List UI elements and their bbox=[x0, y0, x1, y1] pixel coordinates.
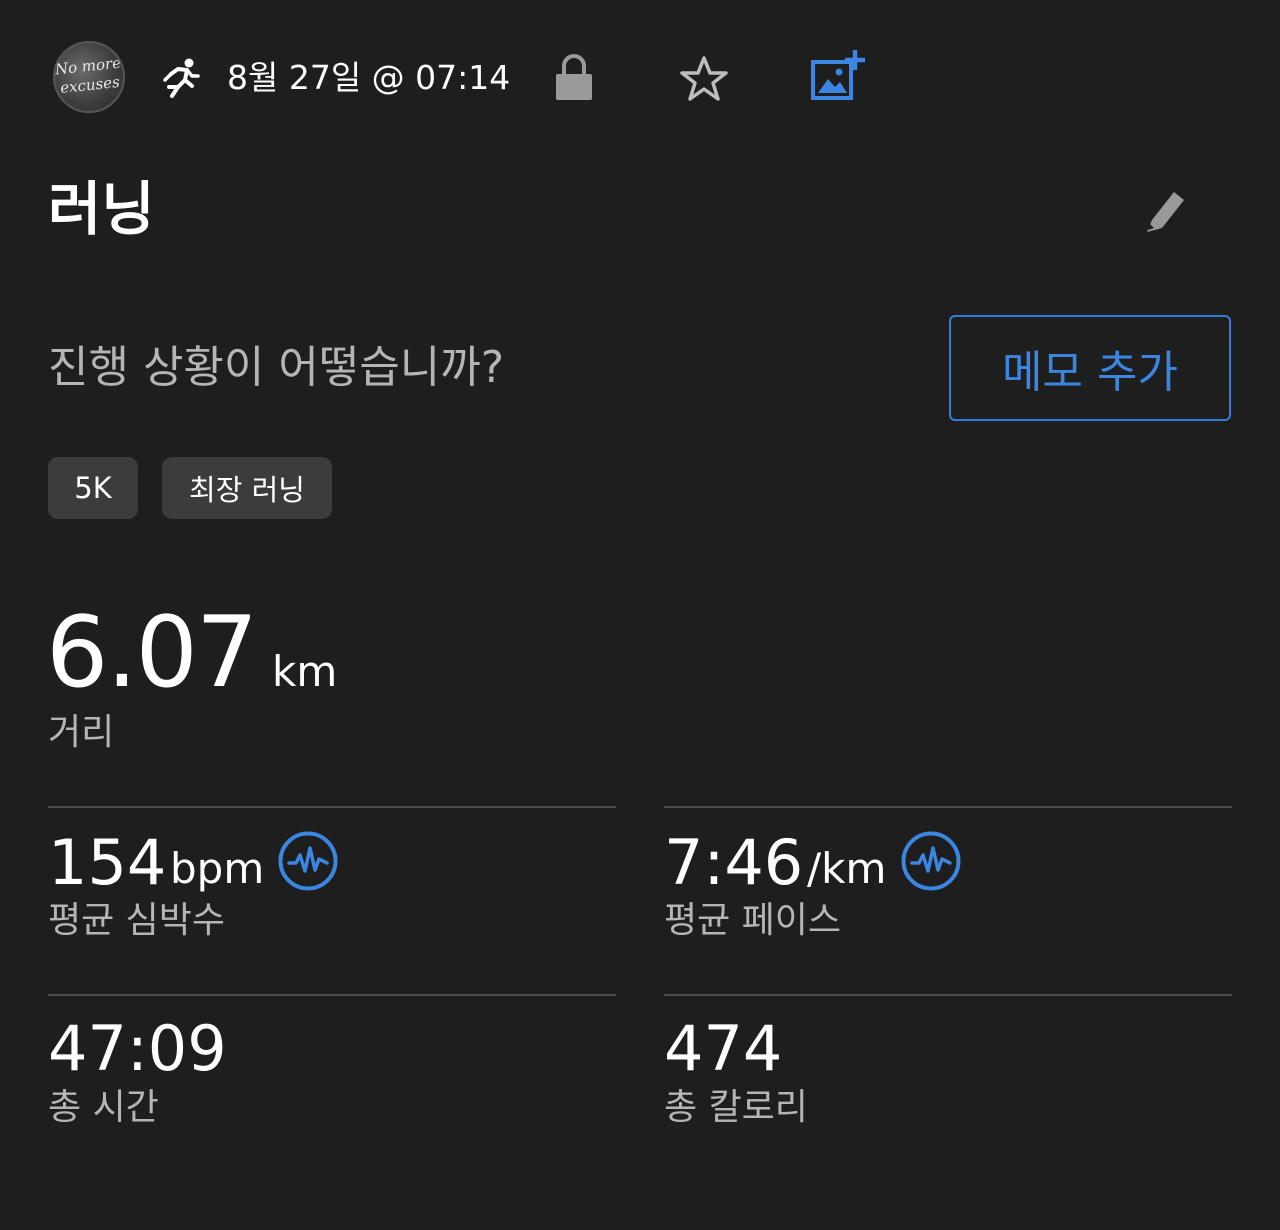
progress-prompt: 진행 상황이 어떻습니까? bbox=[48, 342, 505, 393]
total-time-label: 총 시간 bbox=[48, 1087, 159, 1128]
divider bbox=[48, 994, 616, 996]
total-calories-label: 총 칼로리 bbox=[664, 1087, 808, 1128]
pace-unit: /km bbox=[807, 844, 887, 893]
divider bbox=[664, 994, 1232, 996]
distance-unit: km bbox=[272, 647, 338, 696]
divider bbox=[48, 806, 616, 808]
pace-value: 7:46 bbox=[664, 826, 804, 899]
divider bbox=[664, 806, 1232, 808]
achievement-chip-longest-run[interactable]: 최장 러닝 bbox=[162, 457, 332, 519]
distance-label: 거리 bbox=[48, 712, 115, 753]
lock-icon[interactable] bbox=[554, 52, 594, 102]
heart-rate-unit: bpm bbox=[170, 844, 265, 893]
distance-value: 6.07 bbox=[46, 596, 258, 710]
add-memo-button[interactable]: 메모 추가 bbox=[949, 315, 1231, 421]
activity-title: 러닝 bbox=[48, 175, 155, 243]
add-photo-icon[interactable] bbox=[808, 48, 866, 102]
achievement-chip-5k[interactable]: 5K bbox=[48, 457, 138, 519]
activity-date-time: 8월 27일 @ 07:14 bbox=[227, 58, 511, 97]
total-time-value: 47:09 bbox=[48, 1012, 227, 1085]
heart-rate-value: 154 bbox=[48, 826, 167, 899]
pace-label: 평균 페이스 bbox=[664, 900, 842, 941]
heart-rate-chart-icon[interactable] bbox=[277, 830, 339, 892]
avatar-handwritten-text: No more excuses bbox=[55, 54, 123, 99]
heart-rate-label: 평균 심박수 bbox=[48, 900, 226, 941]
star-icon[interactable] bbox=[678, 54, 730, 104]
pencil-icon[interactable] bbox=[1140, 184, 1192, 236]
avatar[interactable]: No more excuses bbox=[53, 41, 125, 113]
pace-chart-icon[interactable] bbox=[900, 830, 962, 892]
running-person-icon bbox=[163, 58, 200, 98]
total-calories-value: 474 bbox=[664, 1012, 783, 1085]
